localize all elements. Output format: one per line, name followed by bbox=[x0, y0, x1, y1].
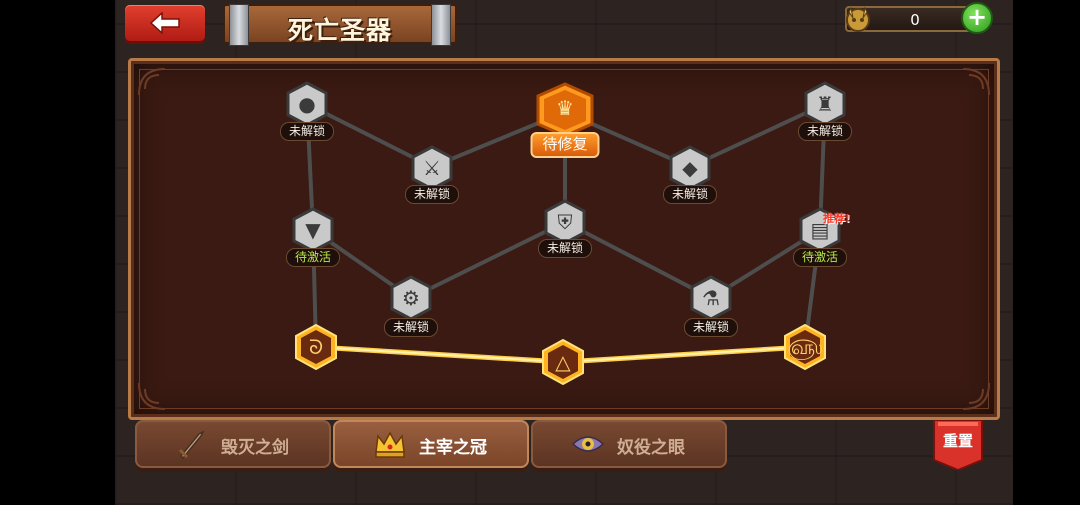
game-screen: 死亡圣器 0 + ● 未解锁 ⚔ 未解锁 ♛ 待修复 ◆ 未解锁 ♜ 未解锁 ▼… bbox=[115, 0, 1013, 505]
rune-node-center[interactable]: △ bbox=[540, 339, 586, 385]
node-5-status: 未解锁 bbox=[797, 122, 853, 141]
artifact-node-9[interactable]: ⚙ bbox=[388, 275, 434, 321]
sword-slash-icon: ⚔ bbox=[423, 156, 441, 180]
tab-sword-label: 毁灭之剑 bbox=[221, 438, 289, 458]
gem-icon: ◆ bbox=[682, 156, 698, 180]
rune-node-left[interactable]: ᘐ bbox=[293, 324, 339, 370]
rune-node-right[interactable]: ௵ bbox=[782, 324, 828, 370]
rune-swirl-icon: ᘐ bbox=[308, 335, 324, 359]
crown-icon: ♛ bbox=[556, 96, 574, 120]
shield-sword-icon: ⛨ bbox=[557, 210, 573, 234]
artifact-node-3[interactable]: ♛ bbox=[534, 82, 596, 138]
node-3-status: 待修复 bbox=[530, 132, 600, 158]
eye-icon bbox=[571, 436, 605, 452]
tab-eye[interactable]: 奴役之眼 bbox=[531, 420, 727, 468]
potion-icon: ⚗ bbox=[702, 286, 720, 310]
node-6-status: 待激活 bbox=[285, 248, 341, 267]
recommend-badge: 推荐! bbox=[823, 212, 851, 225]
node-10-status: 未解锁 bbox=[683, 318, 739, 337]
gear-icon: ⚙ bbox=[402, 286, 420, 310]
rune-spiral-icon: ௵ bbox=[787, 335, 823, 359]
node-8-status: 待激活 bbox=[792, 248, 848, 267]
node-9-status: 未解锁 bbox=[383, 318, 439, 337]
anvil-icon: ▼ bbox=[305, 218, 321, 242]
tab-eye-label: 奴役之眼 bbox=[617, 438, 685, 458]
tab-crown-label: 主宰之冠 bbox=[419, 438, 487, 458]
node-2-status: 未解锁 bbox=[404, 185, 460, 204]
reset-label: 重置 bbox=[942, 432, 973, 450]
crown-icon bbox=[375, 431, 405, 458]
artifact-node-1[interactable]: ● bbox=[284, 81, 330, 127]
tab-crown[interactable]: 主宰之冠 bbox=[333, 420, 529, 468]
node-7-status: 未解锁 bbox=[537, 239, 593, 258]
reset-button[interactable]: 重置 bbox=[932, 420, 984, 470]
cookie-icon: ● bbox=[298, 92, 316, 116]
tab-sword[interactable]: 毁灭之剑 bbox=[135, 420, 331, 468]
castle-icon: ♜ bbox=[816, 92, 834, 116]
node-4-status: 未解锁 bbox=[662, 185, 718, 204]
rune-triangle-icon: △ bbox=[555, 350, 571, 374]
artifact-node-5[interactable]: ♜ bbox=[802, 81, 848, 127]
artifact-node-6[interactable]: ▼ bbox=[290, 207, 336, 253]
sword-icon bbox=[178, 430, 205, 460]
node-1-status: 未解锁 bbox=[279, 122, 335, 141]
artifact-node-10[interactable]: ⚗ bbox=[688, 275, 734, 321]
